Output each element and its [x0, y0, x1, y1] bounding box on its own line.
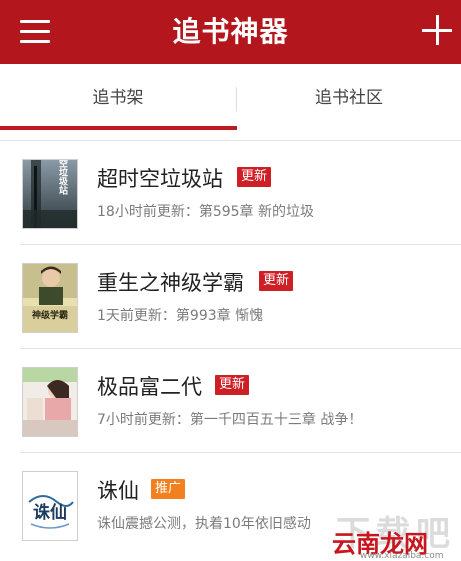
app-header: 追书神器: [0, 0, 461, 64]
watermark-url: www.xiazaiba.com: [360, 551, 444, 561]
tab-bar: 追书架 追书社区: [0, 64, 461, 141]
update-badge: 更新: [237, 167, 272, 187]
book-title: 重生之神级学霸: [97, 271, 244, 295]
latest-update-text: 18小时前更新：第595章 新的垃圾: [97, 204, 314, 220]
update-badge: 更新: [215, 375, 250, 395]
app-title: 追书神器: [172, 15, 289, 48]
tab-bookshelf[interactable]: 追书架: [0, 64, 236, 132]
promo-badge: 推广: [151, 479, 186, 499]
book-item[interactable]: 极品富二代 更新 7小时前更新：第一千四百五十三章 战争！: [0, 349, 461, 453]
book-cover: 诛仙: [22, 471, 78, 541]
book-item[interactable]: 时空垃圾站 超时空垃圾站 更新 18小时前更新：第595章 新的垃圾: [0, 141, 461, 245]
book-title: 极品富二代: [97, 375, 202, 399]
latest-update-text: 7小时前更新：第一千四百五十三章 战争！: [97, 412, 363, 428]
book-title: 超时空垃圾站: [97, 167, 223, 191]
active-tab-indicator: [0, 126, 237, 130]
update-badge: 更新: [259, 271, 294, 291]
tab-community[interactable]: 追书社区: [237, 64, 461, 132]
book-item[interactable]: 神级学霸 重生之神级学霸 更新 1天前更新：第993章 惭愧: [0, 245, 461, 349]
book-cover: 时空垃圾站: [22, 159, 78, 229]
watermark: 下载吧 云南龙网 www.xiazaiba.com: [330, 510, 461, 561]
book-cover: [22, 367, 78, 437]
book-description-text: 诛仙震撼公测，执着10年依旧感动: [97, 516, 311, 532]
cover-title-text: 时空垃圾站: [57, 160, 68, 195]
plus-icon[interactable]: [422, 15, 452, 45]
cover-title-text: 神级学霸: [32, 309, 68, 321]
book-title: 诛仙: [97, 479, 139, 503]
cover-title-text: 诛仙: [33, 502, 67, 523]
latest-update-text: 1天前更新：第993章 惭愧: [97, 308, 264, 324]
book-cover: 神级学霸: [22, 263, 78, 333]
